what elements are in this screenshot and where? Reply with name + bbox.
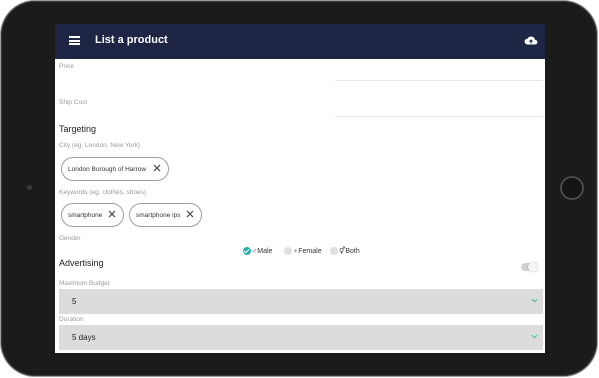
gender-option-label: ♀Female [293, 247, 322, 255]
keyword-chip[interactable]: smartphone [61, 203, 124, 227]
city-chip[interactable]: London Borough of Harrow [61, 157, 169, 181]
close-icon[interactable] [185, 209, 195, 219]
camera-dot [27, 185, 32, 190]
close-icon[interactable] [107, 209, 117, 219]
home-button[interactable] [560, 176, 584, 200]
radio-icon[interactable] [284, 247, 292, 255]
chip-label: smartphone ips [136, 211, 181, 219]
ship-cost-label: Ship Cost [59, 99, 88, 106]
city-label: City (eg. London, New York) [59, 142, 140, 149]
gender-option-both[interactable]: ⚥Both [330, 246, 360, 256]
budget-select[interactable]: 5 [59, 289, 543, 314]
ship-cost-input[interactable] [335, 116, 543, 117]
duration-value: 5 days [72, 333, 96, 342]
gender-option-label: ⚥Both [339, 248, 360, 255]
duration-select[interactable]: 5 days [59, 325, 543, 350]
menu-icon[interactable] [69, 36, 80, 45]
targeting-heading: Targeting [59, 124, 97, 134]
chip-label: London Borough of Harrow [68, 165, 147, 173]
gender-option-female[interactable]: ♀Female [284, 246, 322, 256]
page-title: List a product [95, 34, 168, 46]
price-label: Price [59, 63, 74, 70]
app-bar: List a product [55, 24, 545, 59]
duration-label: Duration [59, 316, 84, 323]
cloud-upload-icon[interactable] [524, 35, 538, 47]
radio-checked-icon[interactable] [243, 247, 251, 255]
advertising-heading: Advertising [59, 258, 104, 268]
gender-option-male[interactable]: ♂Male [243, 246, 272, 256]
price-input[interactable] [335, 80, 543, 81]
chip-label: smartphone [68, 211, 103, 219]
budget-label: Maximum Budget [59, 280, 110, 287]
close-icon[interactable] [152, 163, 162, 173]
radio-icon[interactable] [330, 247, 338, 255]
budget-value: 5 [72, 297, 77, 306]
gender-option-label: ♂Male [252, 247, 273, 255]
chevron-down-icon [531, 334, 538, 339]
advertising-toggle[interactable] [521, 261, 538, 272]
keywords-label: Keywords (eg. clothes, shoes) [59, 189, 147, 196]
chevron-down-icon [531, 298, 538, 303]
keyword-chip[interactable]: smartphone ips [129, 203, 202, 227]
gender-label: Gender [59, 235, 81, 242]
